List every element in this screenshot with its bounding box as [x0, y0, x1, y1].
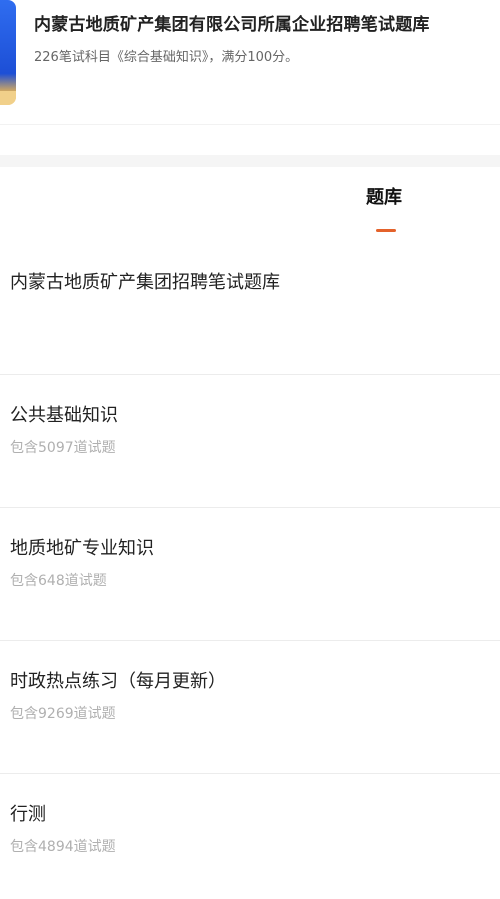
bank-name: 公共基础知识	[10, 405, 118, 426]
bank-name: 地质地矿专业知识	[10, 538, 154, 559]
list-item-geology-knowledge[interactable]: 地质地矿专业知识 包含648道试题	[0, 508, 500, 641]
exam-header: 内蒙古地质矿产集团有限公司所属企业招聘笔试题库 226笔试科目《综合基础知识》，…	[0, 0, 500, 125]
tab-bar: 题库	[0, 167, 500, 233]
question-bank-heading-text: 内蒙古地质矿产集团招聘笔试题库	[10, 272, 280, 293]
question-bank-heading: 内蒙古地质矿产集团招聘笔试题库	[0, 233, 500, 375]
exam-title: 内蒙古地质矿产集团有限公司所属企业招聘笔试题库	[34, 15, 430, 35]
bank-question-count: 包含4894道试题	[10, 839, 116, 855]
section-divider	[0, 125, 500, 167]
bank-question-count: 包含5097道试题	[10, 440, 116, 456]
bank-question-count: 包含9269道试题	[10, 706, 116, 722]
exam-subtitle: 226笔试科目《综合基础知识》，满分100分。	[34, 50, 299, 65]
bank-name: 行测	[10, 804, 46, 825]
bank-question-count: 包含648道试题	[10, 573, 107, 589]
list-item-current-affairs[interactable]: 时政热点练习（每月更新） 包含9269道试题	[0, 641, 500, 774]
tab-question-bank[interactable]: 题库	[366, 183, 402, 209]
list-item-public-basics[interactable]: 公共基础知识 包含5097道试题	[0, 375, 500, 508]
question-bank-list: 公共基础知识 包含5097道试题 地质地矿专业知识 包含648道试题 时政热点练…	[0, 375, 500, 899]
list-item-aptitude-test[interactable]: 行测 包含4894道试题	[0, 774, 500, 899]
bank-name: 时政热点练习（每月更新）	[10, 671, 226, 692]
exam-cover-image[interactable]	[0, 0, 16, 105]
active-tab-indicator	[376, 229, 396, 232]
cover-stripe	[0, 91, 16, 105]
